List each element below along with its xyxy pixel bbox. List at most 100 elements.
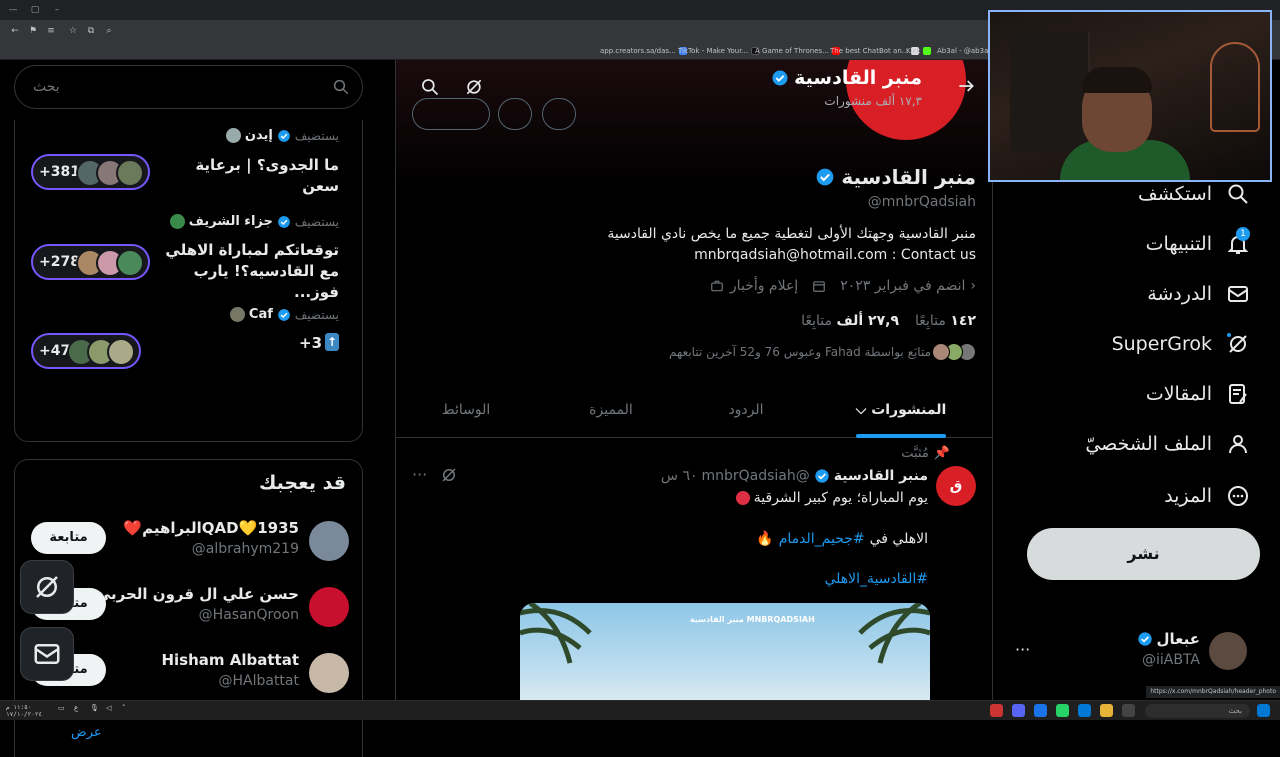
outlook-icon[interactable] (1078, 704, 1091, 717)
taskbar-app-icon[interactable] (1122, 704, 1135, 717)
windows-start-icon[interactable] (1257, 704, 1270, 717)
hashtag-link[interactable]: #القادسية_الاهلي (825, 571, 929, 587)
grok-icon (1227, 333, 1247, 353)
star-icon[interactable]: ☆ (66, 24, 80, 38)
verified-icon (1137, 632, 1152, 646)
profile-name: منبر القادسية (815, 165, 976, 189)
calendar-date (812, 279, 826, 293)
show-hidden-icons[interactable]: ˄ (122, 704, 126, 712)
taskbar-app-icon[interactable] (990, 704, 1003, 717)
nav-profile[interactable]: الملف الشخصيّ (1085, 424, 1250, 464)
listener-count[interactable]: +47 (31, 333, 141, 369)
tab-highlights[interactable]: المميزة (571, 385, 651, 438)
tab-replies[interactable]: الردود (706, 385, 786, 438)
bookmark-item[interactable]: TikTok - Make Your... (678, 45, 760, 57)
grok-float-button[interactable] (20, 560, 74, 614)
post-author-name[interactable]: منبر القادسية (834, 468, 928, 484)
volume-icon[interactable]: ◁ (106, 704, 111, 712)
space-item[interactable]: يستضيف جزاء الشريف توقعاتكم لمباراة الاه… (31, 214, 349, 304)
grok-icon[interactable] (464, 77, 484, 97)
restore-icon[interactable]: ▢ (28, 3, 42, 17)
top-profile-name: منبر القادسية (771, 67, 922, 89)
avatar (225, 128, 241, 143)
account-name[interactable]: عبعال (1137, 630, 1200, 648)
hashtag-link[interactable]: #جحيم_الدمام (779, 531, 865, 547)
active-tab-indicator (856, 434, 946, 438)
grok-icon (36, 576, 58, 598)
space-host: يستضيف Caf (229, 307, 339, 322)
search-icon[interactable] (420, 77, 440, 97)
more-options-icon[interactable]: ··· (412, 465, 427, 484)
followers-you-know[interactable]: متابَع بواسطة Fahad وعبوس 76 و52 آخرين ت… (669, 343, 976, 361)
nav-more[interactable]: المزيد (1164, 476, 1250, 516)
back-arrow-icon[interactable] (956, 76, 976, 96)
search-icon[interactable]: ⌕ (102, 24, 116, 38)
notifications-tray-icon[interactable]: ▭ (58, 704, 65, 712)
profile-category: إعلام وأخبار (709, 278, 798, 294)
bookmark-item[interactable]: A Game of Thrones... (755, 45, 840, 57)
search-icon (333, 79, 349, 95)
clock[interactable]: ١١:٥٠ م ١٧/١٠/٢٠٢٤ (6, 704, 42, 718)
extension-icon[interactable]: ⚑ (26, 24, 40, 38)
briefcase-icon (711, 280, 723, 292)
nav-chat[interactable]: الدردشة (1147, 274, 1250, 314)
post-avatar[interactable]: ق (936, 466, 976, 506)
search-input[interactable]: بحث (14, 65, 363, 109)
messages-float-button[interactable] (20, 627, 74, 681)
post-button[interactable]: نشر (1027, 528, 1260, 580)
up-arrow-icon: ↑ (325, 333, 339, 351)
nav-supergrok[interactable]: SuperGrok (1112, 324, 1250, 364)
followers-link[interactable]: ٢٧,٩ ألف متابِعًا (801, 313, 899, 329)
post-image[interactable]: منبر القادسية MNBRQADSIAH (520, 603, 930, 700)
account-avatar[interactable] (1209, 632, 1247, 670)
bookmark-item[interactable]: app.creators.sa/das... (600, 45, 687, 57)
profile-bio-contact: mnbrqadsiah@hotmail.com : Contact us (694, 247, 976, 263)
share-icon[interactable]: ⧉ (84, 24, 98, 38)
follow-suggestion[interactable]: حسن علي ال قرون الحربي... @HasanQroon مت… (31, 582, 349, 632)
whatsapp-icon[interactable] (1056, 704, 1069, 717)
bookmark-item[interactable]: Kick (906, 45, 932, 57)
tab-posts[interactable]: ⌵ المنشورات (846, 385, 956, 438)
tab-media[interactable]: الوسائط (426, 385, 506, 438)
profile-handle: @mnbrQadsiah (867, 194, 976, 210)
language-indicator[interactable]: ع (74, 704, 78, 712)
following-link[interactable]: ١٤٢ متابِعًا (915, 313, 976, 329)
space-item[interactable]: يستضيف إيدن ما الجدوى؟ | برعاية سعن +381 (31, 128, 349, 208)
minimize-icon[interactable]: — (6, 3, 20, 17)
follow-suggestion[interactable]: Hisham Albattat @HAlbattat متابعة (31, 648, 349, 698)
chrome-icon[interactable] (1034, 704, 1047, 717)
palm-tree-graphic (520, 603, 592, 664)
profile-column: منبر القادسية ١٧,٣ ألف منشورات منبر القا… (395, 60, 993, 700)
space-item[interactable]: يستضيف Caf ↑ 3+ +47 (31, 307, 349, 387)
grok-icon[interactable] (440, 466, 458, 484)
profile-tabs: ⌵ المنشورات الردود المميزة الوسائط (396, 385, 992, 438)
microphone-icon[interactable]: 🎙 (90, 704, 99, 712)
file-explorer-icon[interactable] (1100, 704, 1113, 717)
search-placeholder: بحث (33, 79, 60, 95)
discord-icon[interactable] (1012, 704, 1025, 717)
nav-notifications[interactable]: التنبيهات (1146, 224, 1250, 264)
extension-icon-2[interactable]: ≡ (44, 24, 58, 38)
listener-count[interactable]: +278 (31, 244, 150, 280)
back-icon[interactable]: ← (8, 24, 22, 38)
follow-suggestion[interactable]: 1935💛QADالبراهيم❤️ @albrahym219 متابعة (31, 516, 349, 566)
avatar (169, 214, 185, 229)
account-menu-icon[interactable]: ··· (1015, 640, 1030, 659)
post-author-handle[interactable]: @mnbrQadsiah (701, 468, 809, 484)
right-rail: بحث يستضيف إيدن ما الجدوى؟ | برعاية سعن … (0, 60, 378, 757)
post-time[interactable]: ٦٠ س (661, 468, 698, 484)
nav-articles[interactable]: المقالات (1146, 374, 1250, 414)
verified-icon (815, 469, 829, 483)
taskbar: ١١:٥٠ م ١٧/١٠/٢٠٢٤ ▭ ع 🎙 ◁ ˄ بحث (0, 700, 1280, 720)
show-more-link[interactable]: عرض (71, 725, 102, 740)
red-circle-icon (735, 491, 750, 505)
space-title: ما الجدوى؟ | برعاية سعن (195, 156, 339, 195)
listener-count[interactable]: +381 (31, 154, 150, 190)
close-window-icon[interactable]: – (50, 3, 64, 17)
avatar (229, 307, 245, 322)
taskbar-search[interactable]: بحث (1145, 704, 1250, 718)
avatar (309, 521, 349, 561)
suggestion-handle: @HAlbattat (218, 673, 299, 689)
follow-button[interactable]: متابعة (31, 522, 106, 554)
account-handle: @iiABTA (1141, 652, 1200, 668)
